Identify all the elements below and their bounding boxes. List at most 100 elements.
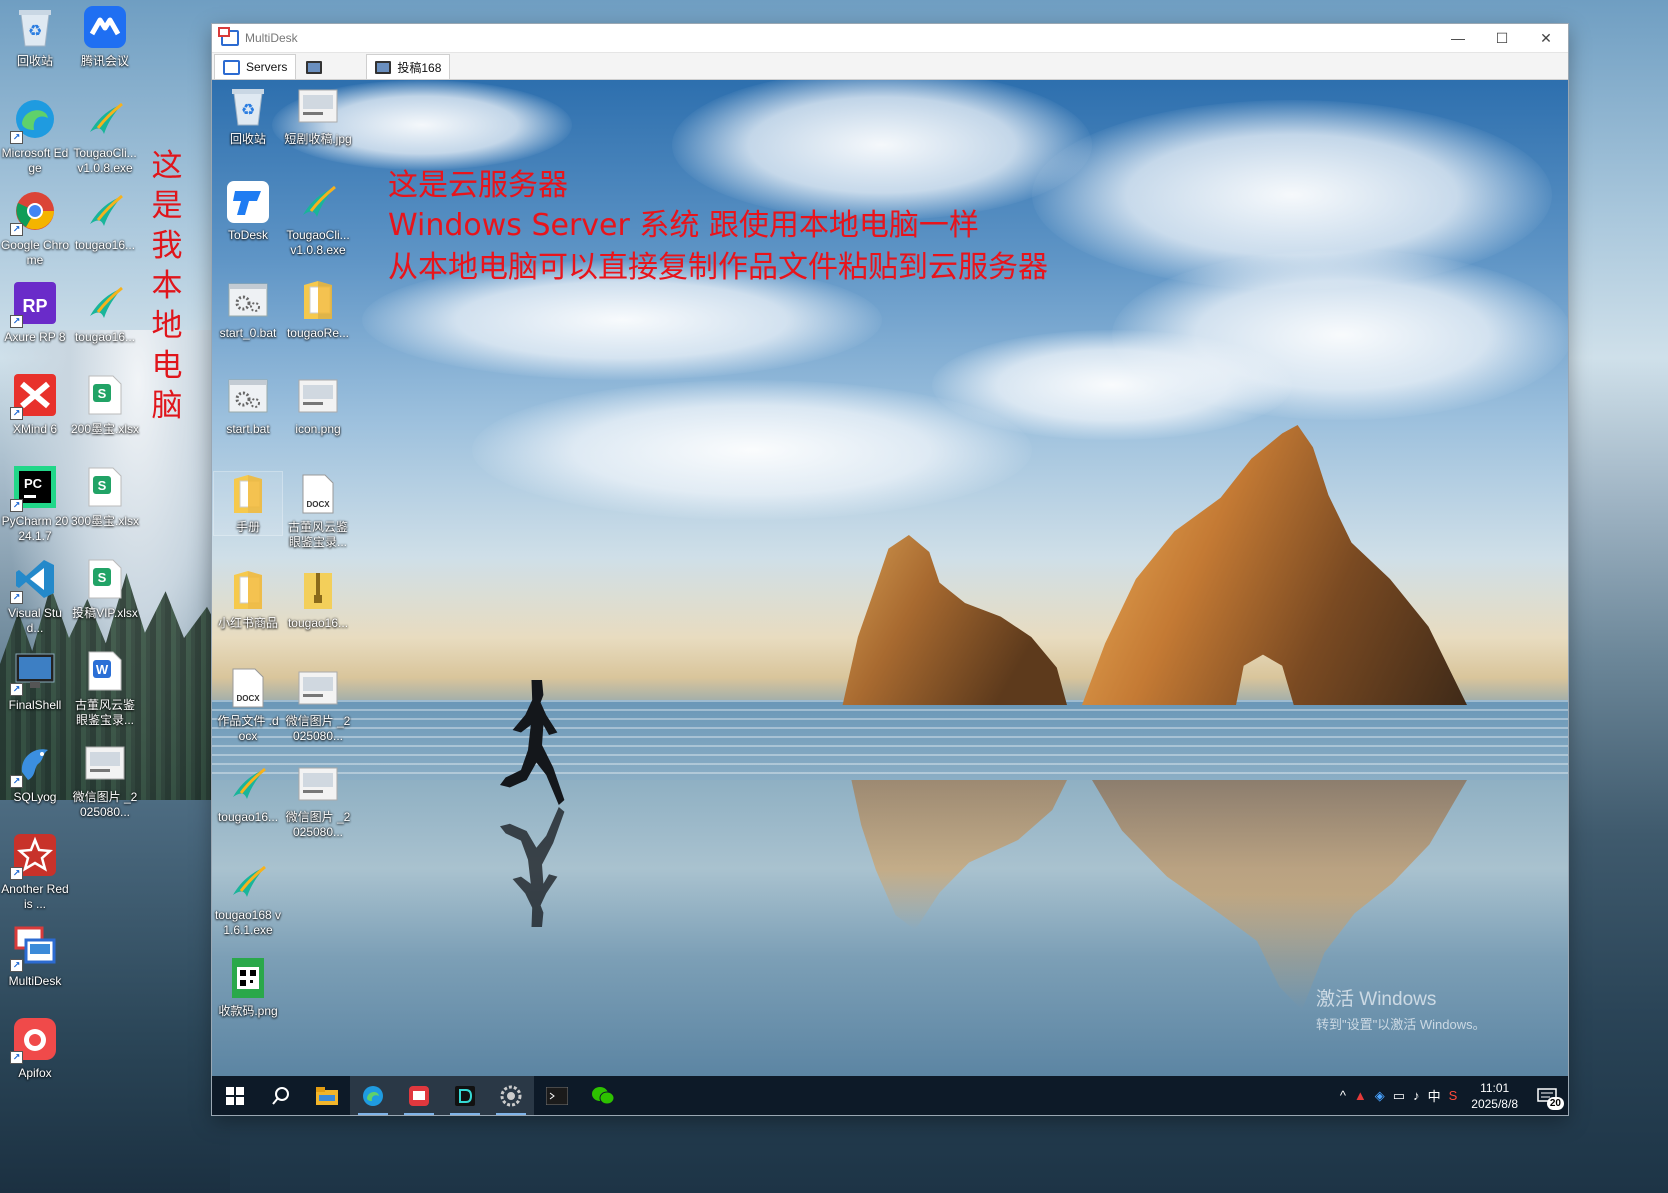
remote-desktop-icon[interactable]: start_0.bat [214,278,282,341]
host-desktop-icon[interactable]: S 投稿VIP.xlsx [70,556,140,621]
tray-clock[interactable]: 11:01 2025/8/8 [1471,1080,1518,1112]
remote-taskbar: ^ ▲ ◈ ▭ ♪ 中 S 11:01 2025/8/8 20 [212,1076,1568,1115]
wallpaper-rock-arch [1082,425,1467,705]
host-desktop-icon[interactable]: ↗ SQLyog [0,740,70,805]
host-desktop-icon[interactable]: PC ↗ PyCharm 2024.1.7 [0,464,70,544]
shortcut-arrow-icon: ↗ [10,407,23,420]
image-file-icon [82,740,128,786]
svg-text:W: W [96,662,109,677]
maximize-button[interactable]: ☐ [1480,24,1524,52]
tray-pdf-icon[interactable]: ▲ [1354,1088,1367,1103]
remote-desktop-icon[interactable]: DOCX 作品文件 .docx [214,666,282,744]
taskbar-app-red[interactable] [396,1076,442,1115]
host-desktop-icon[interactable]: ↗ XMind 6 [0,372,70,437]
remote-desktop-icon[interactable]: 小红书商品 [214,568,282,631]
remote-desktop-icon[interactable]: start.bat [214,374,282,437]
tab-label: 投稿168 [397,60,442,75]
annotation-line-2: Windows Server 系统 跟使用本地电脑一样 [388,208,979,243]
shortcut-arrow-icon: ↗ [10,315,23,328]
host-desktop-icon[interactable]: ↗ Another Redis ... [0,832,70,912]
host-desktop-icon[interactable]: S 300墨宝.xlsx [70,464,140,529]
remote-desktop-icon[interactable]: 短剧收稿.jpg [284,84,352,147]
wallpaper-rock-left [842,535,1067,705]
tougao-icon [82,280,128,326]
remote-desktop-icon[interactable]: tougao16... [214,762,282,825]
host-desktop-icon[interactable]: RP ↗ Axure RP 8 [0,280,70,345]
remote-desktop-icon[interactable]: 微信图片 _2025080... [284,762,352,840]
host-desktop-icon[interactable]: 微信图片 _2025080... [70,740,140,820]
remote-desktop-icon[interactable]: tougao16... [284,568,352,631]
shortcut-arrow-icon: ↗ [10,867,23,880]
tencent-meeting-icon [82,4,128,50]
remote-desktop-icon[interactable]: 微信图片 _2025080... [284,666,352,744]
taskbar-app-dark[interactable] [442,1076,488,1115]
taskbar-edge[interactable] [350,1076,396,1115]
remote-desktop-icon[interactable]: 收款码.png [214,956,282,1019]
app-dark-icon [455,1085,475,1106]
svg-text:S: S [98,570,107,585]
shortcut-arrow-icon: ↗ [10,775,23,788]
file-explorer-icon [316,1086,338,1105]
taskbar-terminal[interactable] [534,1076,580,1115]
remote-desktop-icon[interactable]: TougaoCli... v1.0.8.exe [284,180,352,258]
taskbar-settings[interactable] [488,1076,534,1115]
icon-label: tougao16... [287,616,349,630]
host-desktop-icon[interactable]: ↗ MultiDesk [0,924,70,989]
remote-desktop-icon[interactable]: DOCX 古董风云鉴 眼鉴宝录... [284,472,352,550]
tab-blank-session[interactable] [298,55,365,79]
notification-center-button[interactable]: 20 [1532,1084,1564,1110]
note-char: 脑 [151,388,183,424]
remote-desktop-icon[interactable]: icon.png [284,374,352,437]
icon-label: 古董风云鉴 眼鉴宝录... [287,520,348,549]
taskbar-wechat[interactable] [580,1076,626,1115]
tab-tougao168[interactable]: 投稿168 [366,54,451,79]
tray-sogou-icon[interactable]: S [1449,1088,1458,1103]
watermark-subtitle: 转到"设置"以激活 Windows。 [1316,1017,1486,1032]
tray-ime-indicator[interactable]: 中 [1428,1086,1441,1105]
host-desktop-icon[interactable]: S 200墨宝.xlsx [70,372,140,437]
host-desktop-icon[interactable]: ↗ Visual Stud... [0,556,70,636]
note-char: 本 [151,268,183,304]
icon-label: 微信图片 _2025080... [285,714,351,743]
host-desktop-icon[interactable]: 腾讯会议 [70,4,140,69]
tab-label: Servers [246,60,288,74]
remote-desktop-icon[interactable]: tougaoRe... [284,278,352,341]
note-char: 地 [151,308,183,344]
image-file-icon [296,84,340,128]
tray-volume-icon[interactable]: ♪ [1413,1088,1420,1103]
taskbar-file-explorer[interactable] [304,1076,350,1115]
remote-desktop-icon[interactable]: tougao168 v1.6.1.exe [214,860,282,938]
start-button[interactable] [212,1076,258,1115]
host-desktop-icon[interactable]: ↗ Google Chrome [0,188,70,268]
remote-desktop-icon[interactable]: 手册 [213,471,283,536]
host-desktop-icon[interactable]: ↗ Microsoft Edge [0,96,70,176]
icon-label: tougaoRe... [286,326,350,340]
minimize-button[interactable]: — [1436,24,1480,52]
note-char: 这 [151,148,183,184]
close-button[interactable]: ✕ [1524,24,1568,52]
tray-network-icon[interactable]: ▭ [1393,1088,1405,1104]
host-desktop-icon[interactable]: ↗ FinalShell [0,648,70,713]
sqlyog-icon: ↗ [10,740,58,788]
remote-desktop-icon[interactable]: ♻ 回收站 [214,84,282,147]
remote-desktop-icon[interactable]: ToDesk [214,180,282,243]
shortcut-arrow-icon: ↗ [10,1051,23,1064]
tab-servers[interactable]: Servers [214,54,297,79]
remote-desktop-view[interactable]: ♻ 回收站 短剧收稿.jpg ToDesk TougaoCli... v1.0.8.ex… [212,80,1568,1076]
docx-file-icon: DOCX [296,472,340,516]
host-desktop-icon[interactable]: ♻ 回收站 [0,4,70,69]
docx-file-icon: DOCX [226,666,270,710]
window-titlebar[interactable]: MultiDesk — ☐ ✕ [212,24,1568,53]
host-desktop-icon[interactable]: TougaoCli... v1.0.8.exe [70,96,140,176]
host-desktop-icon[interactable]: tougao16... [70,188,140,253]
icon-label: Microsoft Edge [1,146,69,175]
tray-todesk-icon[interactable]: ◈ [1375,1088,1385,1104]
tray-overflow-chevron[interactable]: ^ [1340,1088,1346,1103]
search-button[interactable] [258,1076,304,1115]
multidesk-window: MultiDesk — ☐ ✕ Servers 投稿168 ♻ 回收站 短剧收稿… [212,24,1568,1115]
host-desktop-icon[interactable]: ↗ Apifox [0,1016,70,1081]
wechat-icon [592,1086,615,1104]
host-desktop-icon[interactable]: W 古董风云鉴 眼鉴宝录... [70,648,140,728]
icon-label: 200墨宝.xlsx [70,422,140,436]
host-desktop-icon[interactable]: tougao16... [70,280,140,345]
